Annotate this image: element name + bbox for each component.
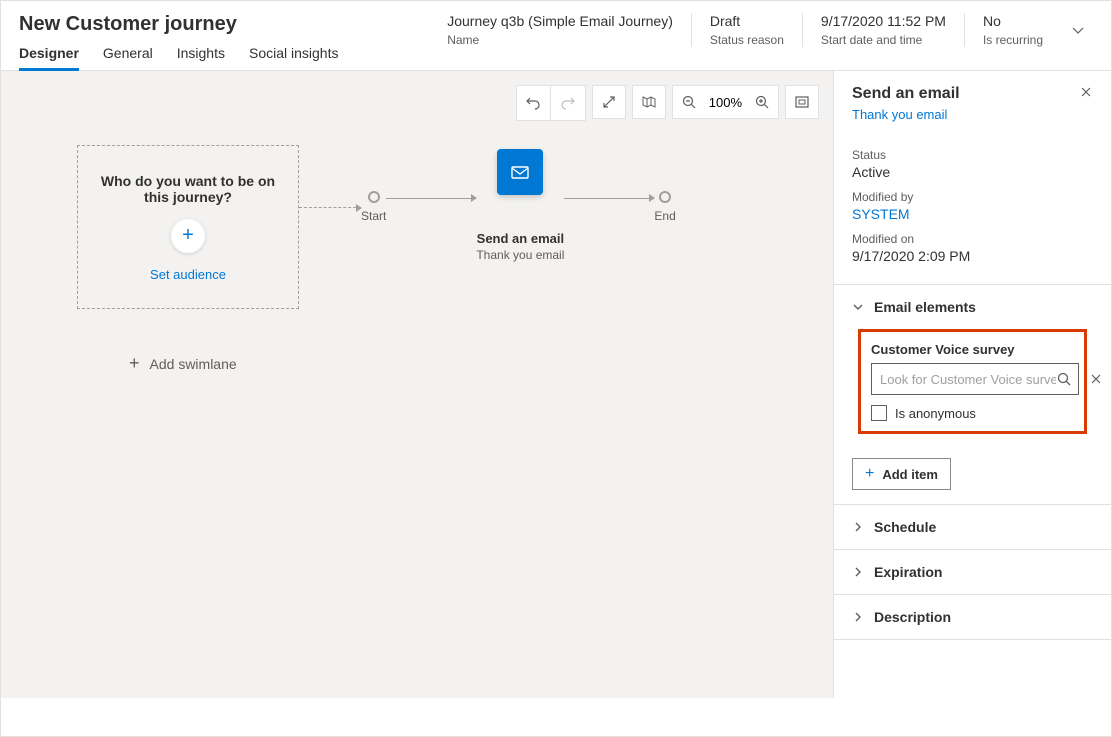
header-meta: Journey q3b (Simple Email Journey) Name … [429, 13, 1093, 47]
end-label: End [654, 209, 675, 223]
tab-general[interactable]: General [103, 39, 153, 71]
section-schedule[interactable]: Schedule [834, 505, 1111, 549]
survey-input[interactable] [880, 372, 1056, 387]
audience-question: Who do you want to be on this journey? [94, 173, 282, 205]
panel-title: Send an email [852, 85, 960, 103]
end-node [659, 191, 671, 203]
modified-by-value[interactable]: SYSTEM [852, 206, 1093, 222]
close-panel-button[interactable] [1079, 85, 1093, 99]
set-audience-link[interactable]: Set audience [150, 267, 226, 282]
add-swimlane-button[interactable]: + Add swimlane [129, 353, 237, 374]
chevron-right-icon [852, 611, 864, 623]
survey-field-label: Customer Voice survey [871, 342, 1074, 357]
is-anonymous-checkbox[interactable] [871, 405, 887, 421]
designer-canvas[interactable]: 100% Who do you want to be on this journ… [1, 71, 833, 698]
start-node [368, 191, 380, 203]
customer-voice-highlight: Customer Voice survey [858, 329, 1087, 434]
survey-lookup[interactable] [871, 363, 1079, 395]
section-email-elements[interactable]: Email elements [834, 285, 1111, 329]
canvas-toolbar: 100% [516, 85, 819, 121]
start-label: Start [361, 209, 386, 223]
tab-social-insights[interactable]: Social insights [249, 39, 339, 71]
status-value: Active [852, 164, 1093, 180]
email-tile-title: Send an email [477, 231, 564, 246]
clear-survey-button[interactable] [1089, 372, 1103, 386]
fit-to-screen-button[interactable] [785, 85, 819, 119]
add-audience-button[interactable]: + [171, 219, 205, 253]
fullscreen-button[interactable] [592, 85, 626, 119]
minimap-button[interactable] [632, 85, 666, 119]
add-item-button[interactable]: + Add item [852, 458, 951, 490]
properties-panel: Send an email Thank you email Status Act… [833, 71, 1111, 698]
zoom-in-button[interactable] [746, 86, 778, 118]
is-anonymous-label: Is anonymous [895, 406, 976, 421]
search-icon [1056, 371, 1072, 387]
meta-status-reason: Draft Status reason [691, 13, 802, 47]
meta-start-date: 9/17/2020 11:52 PM Start date and time [802, 13, 964, 47]
zoom-out-button[interactable] [673, 86, 705, 118]
expand-header-button[interactable] [1061, 13, 1093, 37]
redo-button[interactable] [551, 86, 585, 120]
modified-on-label: Modified on [852, 232, 1093, 246]
meta-recurring: No Is recurring [964, 13, 1061, 47]
chevron-right-icon [852, 521, 864, 533]
plus-icon: + [129, 353, 140, 374]
chevron-down-icon [852, 301, 864, 313]
email-tile[interactable] [497, 149, 543, 195]
email-tile-subtitle: Thank you email [476, 248, 564, 262]
undo-button[interactable] [517, 86, 551, 120]
modified-by-label: Modified by [852, 190, 1093, 204]
tab-insights[interactable]: Insights [177, 39, 225, 71]
plus-icon: + [865, 465, 874, 483]
status-label: Status [852, 148, 1093, 162]
modified-on-value: 9/17/2020 2:09 PM [852, 248, 1093, 264]
section-expiration[interactable]: Expiration [834, 550, 1111, 594]
audience-placeholder[interactable]: Who do you want to be on this journey? +… [77, 145, 299, 309]
tab-designer[interactable]: Designer [19, 39, 79, 71]
section-description[interactable]: Description [834, 595, 1111, 639]
zoom-value: 100% [705, 95, 746, 110]
panel-email-link[interactable]: Thank you email [852, 107, 960, 122]
meta-name: Journey q3b (Simple Email Journey) Name [429, 13, 691, 47]
chevron-right-icon [852, 566, 864, 578]
page-title: New Customer journey [19, 13, 429, 36]
